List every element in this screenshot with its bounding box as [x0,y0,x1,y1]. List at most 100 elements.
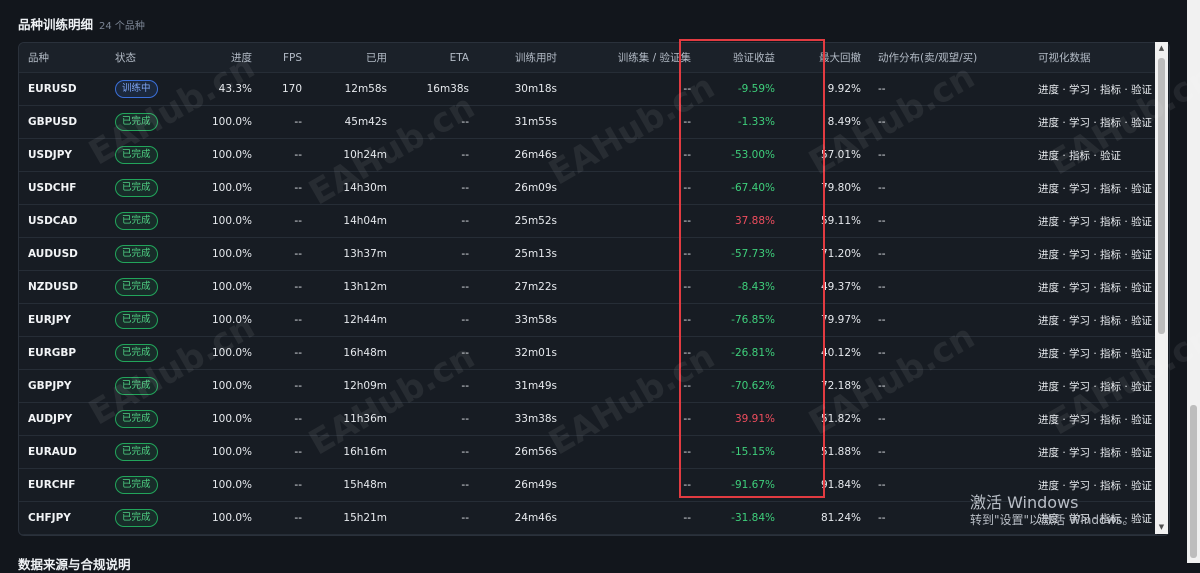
cell-viz[interactable]: 进度 · 学习 · 指标 · 验证 [1029,72,1157,106]
cell-progress: 100.0% [181,138,260,172]
table-row[interactable]: AUDJPY 已完成 100.0% -- 11h36m -- 33m38s -- 39.91% 5… [19,402,1157,436]
page-scrollbar[interactable] [1187,0,1200,563]
cell-actions: -- [869,303,1029,337]
cell-sets: -- [565,402,699,436]
cell-used: 13h37m [310,237,395,271]
cell-sets: -- [565,171,699,205]
col-header-val-return[interactable]: 验证收益 [699,43,783,73]
cell-val-return: -15.15% [699,435,783,469]
status-badge: 已完成 [115,179,158,197]
table-row[interactable]: EURJPY 已完成 100.0% -- 12h44m -- 33m58s -- -76.85%… [19,303,1157,337]
cell-viz[interactable]: 进度 · 学习 · 指标 · 验证 [1029,204,1157,238]
cell-viz[interactable]: 进度 · 学习 · 指标 · 验证 [1029,435,1157,469]
cell-viz[interactable]: 进度 · 学习 · 指标 · 验证 [1029,105,1157,139]
cell-used: 16h48m [310,336,395,370]
cell-symbol: AUDJPY [19,402,106,436]
cell-symbol: GBPJPY [19,369,106,403]
cell-max-dd: 91.84% [783,468,869,502]
status-badge: 已完成 [115,410,158,428]
cell-symbol: GBPUSD [19,105,106,139]
cell-progress: 100.0% [181,336,260,370]
cell-actions: -- [869,171,1029,205]
cell-viz[interactable]: 进度 · 学习 · 指标 · 验证 [1029,303,1157,337]
cell-actions: -- [869,435,1029,469]
col-header-eta[interactable]: ETA [395,43,477,73]
cell-status: 已完成 [106,270,181,304]
col-header-train-time[interactable]: 训练用时 [477,43,565,73]
table-scrollbar[interactable]: ▲ ▼ [1155,42,1168,534]
col-header-status[interactable]: 状态 [106,43,181,73]
symbol-count: 24 个品种 [99,21,145,32]
cell-actions: -- [869,237,1029,271]
cell-viz[interactable]: 进度 · 学习 · 指标 · 验证 [1029,369,1157,403]
table-row[interactable]: USDCHF 已完成 100.0% -- 14h30m -- 26m09s -- -67.40%… [19,171,1157,205]
cell-viz[interactable]: 进度 · 学习 · 指标 · 验证 [1029,402,1157,436]
cell-viz[interactable]: 进度 · 学习 · 指标 · 验证 [1029,501,1157,535]
cell-status: 已完成 [106,138,181,172]
section-title-text: 品种训练明细 [18,17,94,32]
cell-eta: -- [395,105,477,139]
cell-actions: -- [869,336,1029,370]
training-detail-panel[interactable]: 品种 状态 进度 FPS 已用 ETA 训练用时 训练集 / 验证集 验证收益 … [18,42,1170,536]
table-row[interactable]: AUDUSD 已完成 100.0% -- 13h37m -- 25m13s -- -57.73%… [19,237,1157,271]
col-header-progress[interactable]: 进度 [181,43,260,73]
cell-actions: -- [869,402,1029,436]
cell-fps: -- [260,501,310,535]
col-header-symbol[interactable]: 品种 [19,43,106,73]
table-row[interactable]: NZDUSD 已完成 100.0% -- 13h12m -- 27m22s -- -8.43% 4… [19,270,1157,304]
table-row[interactable]: GBPJPY 已完成 100.0% -- 12h09m -- 31m49s -- -70.62%… [19,369,1157,403]
table-row[interactable]: EURCHF 已完成 100.0% -- 15h48m -- 26m49s -- -91.67%… [19,468,1157,502]
table-row[interactable]: EURUSD 训练中 43.3% 170 12m58s 16m38s 30m18s -- -9.… [19,72,1157,106]
cell-viz[interactable]: 进度 · 学习 · 指标 · 验证 [1029,468,1157,502]
scroll-up-arrow-icon[interactable]: ▲ [1157,44,1166,53]
cell-viz[interactable]: 进度 · 学习 · 指标 · 验证 [1029,237,1157,271]
cell-sets: -- [565,336,699,370]
scroll-down-arrow-icon[interactable]: ▼ [1157,523,1166,532]
col-header-actions[interactable]: 动作分布(卖/观望/买) [869,43,1029,73]
cell-fps: -- [260,237,310,271]
cell-val-return: -76.85% [699,303,783,337]
cell-val-return: -53.00% [699,138,783,172]
cell-fps: -- [260,303,310,337]
cell-viz[interactable]: 进度 · 学习 · 指标 · 验证 [1029,336,1157,370]
col-header-max-dd[interactable]: 最大回撤 [783,43,869,73]
table-row[interactable]: EURGBP 已完成 100.0% -- 16h48m -- 32m01s -- -26.81%… [19,336,1157,370]
table-row[interactable]: CHFJPY 已完成 100.0% -- 15h21m -- 24m46s -- -31.84%… [19,501,1157,535]
table-row[interactable]: GBPUSD 已完成 100.0% -- 45m42s -- 31m55s -- -1.33% 8… [19,105,1157,139]
cell-viz[interactable]: 进度 · 学习 · 指标 · 验证 [1029,171,1157,205]
table-header-row: 品种 状态 进度 FPS 已用 ETA 训练用时 训练集 / 验证集 验证收益 … [19,43,1157,73]
cell-used: 13h12m [310,270,395,304]
cell-status: 已完成 [106,303,181,337]
col-header-sets[interactable]: 训练集 / 验证集 [565,43,699,73]
cell-sets: -- [565,468,699,502]
table-row[interactable]: EURAUD 已完成 100.0% -- 16h16m -- 26m56s -- -15.15%… [19,435,1157,469]
cell-actions: -- [869,468,1029,502]
cell-fps: -- [260,435,310,469]
cell-progress: 100.0% [181,501,260,535]
cell-eta: -- [395,138,477,172]
cell-viz[interactable]: 进度 · 指标 · 验证 [1029,138,1157,172]
cell-used: 12h44m [310,303,395,337]
table-row[interactable]: USDCAD 已完成 100.0% -- 14h04m -- 25m52s -- 37.88% 5… [19,204,1157,238]
cell-used: 12m58s [310,72,395,106]
col-header-used[interactable]: 已用 [310,43,395,73]
cell-viz[interactable]: 进度 · 学习 · 指标 · 验证 [1029,270,1157,304]
cell-sets: -- [565,138,699,172]
status-badge: 已完成 [115,278,158,296]
cell-used: 14h04m [310,204,395,238]
cell-train-time: 33m58s [477,303,565,337]
col-header-viz[interactable]: 可视化数据 [1029,43,1157,73]
cell-fps: -- [260,270,310,304]
scroll-thumb[interactable] [1158,58,1165,334]
cell-sets: -- [565,270,699,304]
cell-eta: -- [395,336,477,370]
cell-status: 已完成 [106,468,181,502]
cell-actions: -- [869,105,1029,139]
cell-symbol: NZDUSD [19,270,106,304]
page-scroll-thumb[interactable] [1190,405,1197,558]
cell-train-time: 30m18s [477,72,565,106]
cell-max-dd: 49.37% [783,270,869,304]
col-header-fps[interactable]: FPS [260,43,310,73]
cell-status: 已完成 [106,105,181,139]
table-row[interactable]: USDJPY 已完成 100.0% -- 10h24m -- 26m46s -- -53.00%… [19,138,1157,172]
